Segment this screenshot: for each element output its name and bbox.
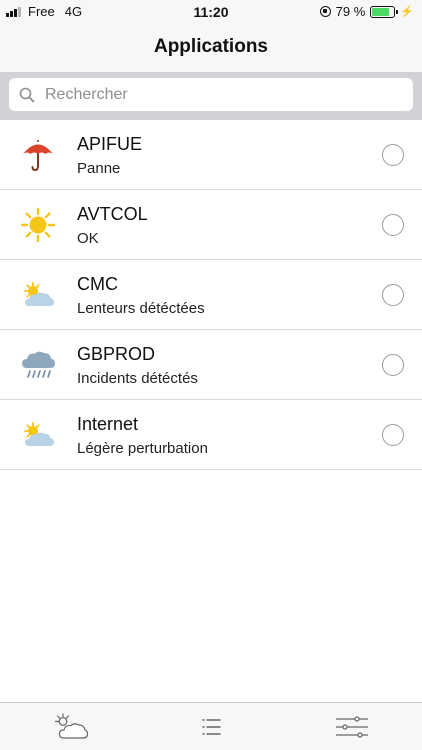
- battery-percent: 79 %: [335, 4, 366, 19]
- search-bar: [0, 72, 422, 120]
- weather-tab-icon: [54, 713, 89, 739]
- page-title: Applications: [153, 36, 268, 57]
- app-status: Panne: [77, 160, 121, 177]
- search-input[interactable]: [43, 77, 413, 112]
- select-radio[interactable]: [382, 424, 404, 446]
- app-name: CMC: [77, 274, 118, 294]
- status-bar: Free 4G 11:20 79 % ⚡: [0, 0, 422, 24]
- list-item[interactable]: Internet Légère perturbation: [0, 400, 422, 470]
- nav-bar: Applications: [0, 24, 422, 72]
- partly-cloudy-icon: [24, 282, 54, 306]
- list-item[interactable]: AVTCOL OK: [0, 190, 422, 260]
- tab-weather[interactable]: [52, 709, 89, 745]
- app-status: OK: [77, 230, 99, 247]
- search-icon: [19, 87, 35, 102]
- status-bar-right: 79 % ⚡: [319, 4, 414, 19]
- sun-icon: [20, 207, 56, 243]
- app-name: Internet: [77, 414, 139, 434]
- list-item[interactable]: GBPROD Incidents détéctés: [0, 330, 422, 400]
- charging-icon: ⚡: [400, 6, 414, 18]
- umbrella-icon: [23, 140, 53, 172]
- app-status: Incidents détéctés: [77, 370, 198, 387]
- application-list: APIFUE Panne AVTCOL OK CMC Lenteurs dété…: [0, 120, 422, 470]
- list-item[interactable]: APIFUE Panne: [0, 120, 422, 190]
- app-status: Lenteurs détéctées: [77, 300, 205, 317]
- app-status: Légère perturbation: [77, 440, 208, 457]
- battery-icon: [370, 5, 399, 18]
- tab-list[interactable]: [193, 709, 229, 745]
- list-item[interactable]: CMC Lenteurs détéctées: [0, 260, 422, 330]
- app-name: AVTCOL: [77, 204, 148, 224]
- tab-bar: [0, 702, 422, 750]
- tab-filters[interactable]: [334, 709, 370, 745]
- select-radio[interactable]: [382, 214, 404, 236]
- select-radio[interactable]: [382, 354, 404, 376]
- rain-cloud-icon: [22, 351, 55, 378]
- rotation-lock-icon: [319, 6, 331, 17]
- app-name: APIFUE: [77, 134, 143, 154]
- select-radio[interactable]: [382, 284, 404, 306]
- search-field[interactable]: [9, 77, 413, 112]
- filters-tab-icon: [336, 716, 368, 738]
- partly-cloudy-icon: [24, 422, 54, 446]
- select-radio[interactable]: [382, 144, 404, 166]
- app-name: GBPROD: [77, 344, 156, 364]
- battery-fill: [372, 7, 389, 16]
- list-tab-icon: [202, 719, 221, 735]
